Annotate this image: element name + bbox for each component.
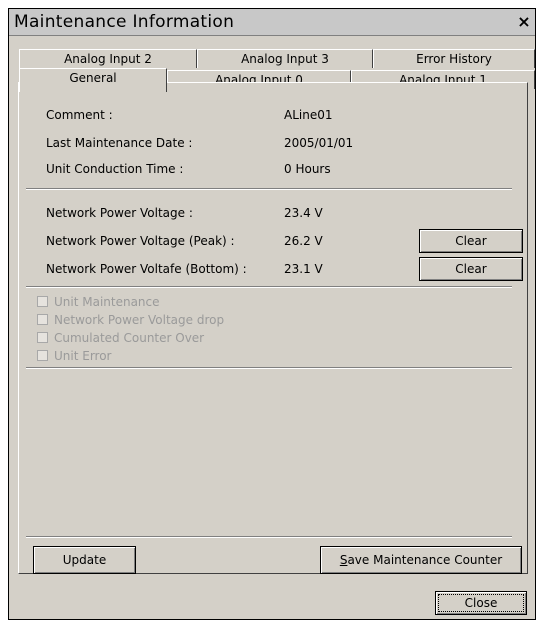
- comment-label: Comment :: [46, 108, 113, 122]
- network-power-voltage-bottom-value: 23.1 V: [284, 262, 323, 276]
- network-power-voltage-drop-checkbox[interactable]: Network Power Voltage drop: [37, 313, 224, 328]
- checkbox-label: Network Power Voltage drop: [54, 313, 225, 327]
- last-maintenance-date-label: Last Maintenance Date :: [46, 136, 193, 150]
- divider: [26, 536, 512, 538]
- checkbox-box: [37, 332, 48, 343]
- tab-analog-input-2[interactable]: Analog Input 2: [19, 49, 197, 68]
- unit-conduction-time-label: Unit Conduction Time :: [46, 162, 184, 176]
- network-power-voltage-peak-value: 26.2 V: [284, 234, 323, 248]
- last-maintenance-date-value: 2005/01/01: [284, 136, 354, 150]
- checkbox-box: [37, 350, 48, 361]
- close-icon[interactable]: ×: [517, 14, 531, 30]
- checkbox-label: Unit Maintenance: [54, 295, 160, 309]
- close-button[interactable]: Close: [435, 591, 527, 615]
- divider: [26, 286, 512, 288]
- window-title: Maintenance Information: [14, 12, 235, 32]
- checkbox-label: Cumulated Counter Over: [54, 331, 205, 345]
- general-tab-panel: [18, 82, 528, 574]
- tab-error-history[interactable]: Error History: [373, 49, 535, 68]
- clear-bottom-button[interactable]: Clear: [419, 257, 523, 281]
- checkbox-label: Unit Error: [54, 349, 112, 363]
- network-power-voltage-peak-label: Network Power Voltage (Peak) :: [46, 234, 235, 248]
- checkbox-box: [37, 314, 48, 325]
- unit-maintenance-checkbox[interactable]: Unit Maintenance: [37, 295, 160, 310]
- save-maintenance-counter-button[interactable]: Save Maintenance Counter: [320, 546, 522, 574]
- tab-analog-input-3[interactable]: Analog Input 3: [197, 49, 373, 68]
- network-power-voltage-label: Network Power Voltage :: [46, 206, 193, 220]
- checkbox-box: [37, 296, 48, 307]
- divider: [26, 367, 512, 369]
- title-bar: Maintenance Information ×: [9, 9, 535, 36]
- unit-error-checkbox[interactable]: Unit Error: [37, 349, 112, 364]
- network-power-voltage-bottom-label: Network Power Voltafe (Bottom) :: [46, 262, 247, 276]
- tab-general[interactable]: General: [19, 68, 167, 92]
- unit-conduction-time-value: 0 Hours: [284, 162, 331, 176]
- cumulated-counter-over-checkbox[interactable]: Cumulated Counter Over: [37, 331, 204, 346]
- network-power-voltage-value: 23.4 V: [284, 206, 323, 220]
- divider: [26, 188, 512, 190]
- comment-value: ALine01: [284, 108, 333, 122]
- update-button[interactable]: Update: [33, 546, 136, 574]
- clear-peak-button[interactable]: Clear: [419, 229, 523, 253]
